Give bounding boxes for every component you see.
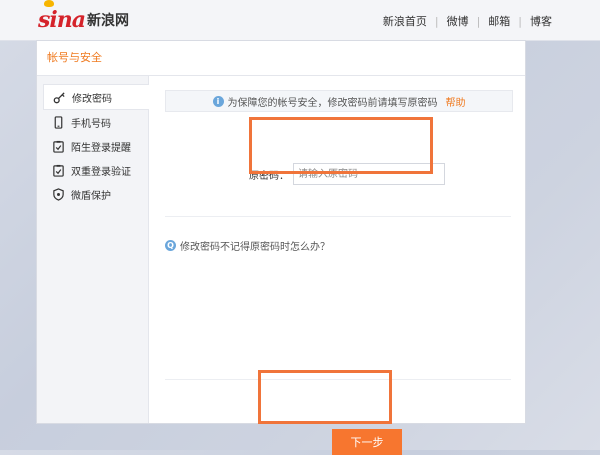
notice-bar: i 为保障您的帐号安全，修改密码前请填写原密码 帮助: [165, 90, 513, 112]
link-blog[interactable]: 博客: [522, 13, 560, 29]
sidebar-item-label: 陌生登录提醒: [71, 142, 131, 154]
sidebar-item-label: 微盾保护: [71, 190, 111, 202]
key-icon: [52, 90, 66, 104]
faq-link[interactable]: Q 修改密码不记得原密码时怎么办？: [165, 238, 330, 253]
logo-text: sina: [38, 7, 86, 33]
sidebar-item-phone[interactable]: 手机号码: [43, 110, 148, 134]
next-step-button[interactable]: 下一步: [332, 429, 402, 455]
link-weibo[interactable]: 微博: [439, 13, 477, 29]
sina-logo[interactable]: sina 新浪网: [38, 0, 129, 33]
faq-text: 修改密码不记得原密码时怎么办？: [180, 242, 330, 253]
sidebar-item-change-password[interactable]: 修改密码: [43, 84, 149, 110]
sidebar-item-label: 修改密码: [72, 93, 112, 105]
question-icon: Q: [165, 240, 176, 251]
shield-icon: [51, 187, 65, 201]
phone-icon: [51, 115, 65, 129]
sidebar-item-label: 双重登录验证: [71, 166, 131, 178]
info-icon: i: [212, 95, 224, 107]
logo-cn-text: 新浪网: [87, 13, 129, 29]
sidebar-item-login-alert[interactable]: 陌生登录提醒: [43, 134, 148, 158]
top-bar: sina 新浪网 新浪首页 | 微博 | 邮箱 | 博客: [0, 0, 600, 41]
help-link[interactable]: 帮助: [446, 94, 466, 109]
sidebar-item-shield[interactable]: 微盾保护: [43, 182, 148, 206]
logo-wordmark: sina: [38, 0, 86, 33]
link-sina-home[interactable]: 新浪首页: [375, 13, 435, 29]
sidebar-item-two-step[interactable]: 双重登录验证: [43, 158, 148, 182]
clipboard-check-icon: [51, 139, 65, 153]
clipboard-check-icon: [51, 163, 65, 177]
link-mail[interactable]: 邮箱: [480, 13, 518, 29]
panel-title: 帐号与安全: [37, 41, 525, 76]
highlight-box-next: [258, 370, 392, 424]
sidebar-item-label: 手机号码: [71, 118, 111, 130]
notice-text: 为保障您的帐号安全，修改密码前请填写原密码: [227, 97, 438, 109]
logo-eye-icon: [44, 0, 54, 7]
highlight-box-password: [249, 117, 433, 174]
sidebar: 修改密码 手机号码 陌生登录提醒 双重登录验证 微盾保护: [37, 76, 149, 423]
account-security-panel: 帐号与安全 修改密码 手机号码 陌生登录提醒 双重登录验证 微盾保护 i 为保障…: [36, 40, 526, 455]
divider: [165, 216, 511, 217]
top-links: 新浪首页 | 微博 | 邮箱 | 博客: [375, 13, 560, 29]
